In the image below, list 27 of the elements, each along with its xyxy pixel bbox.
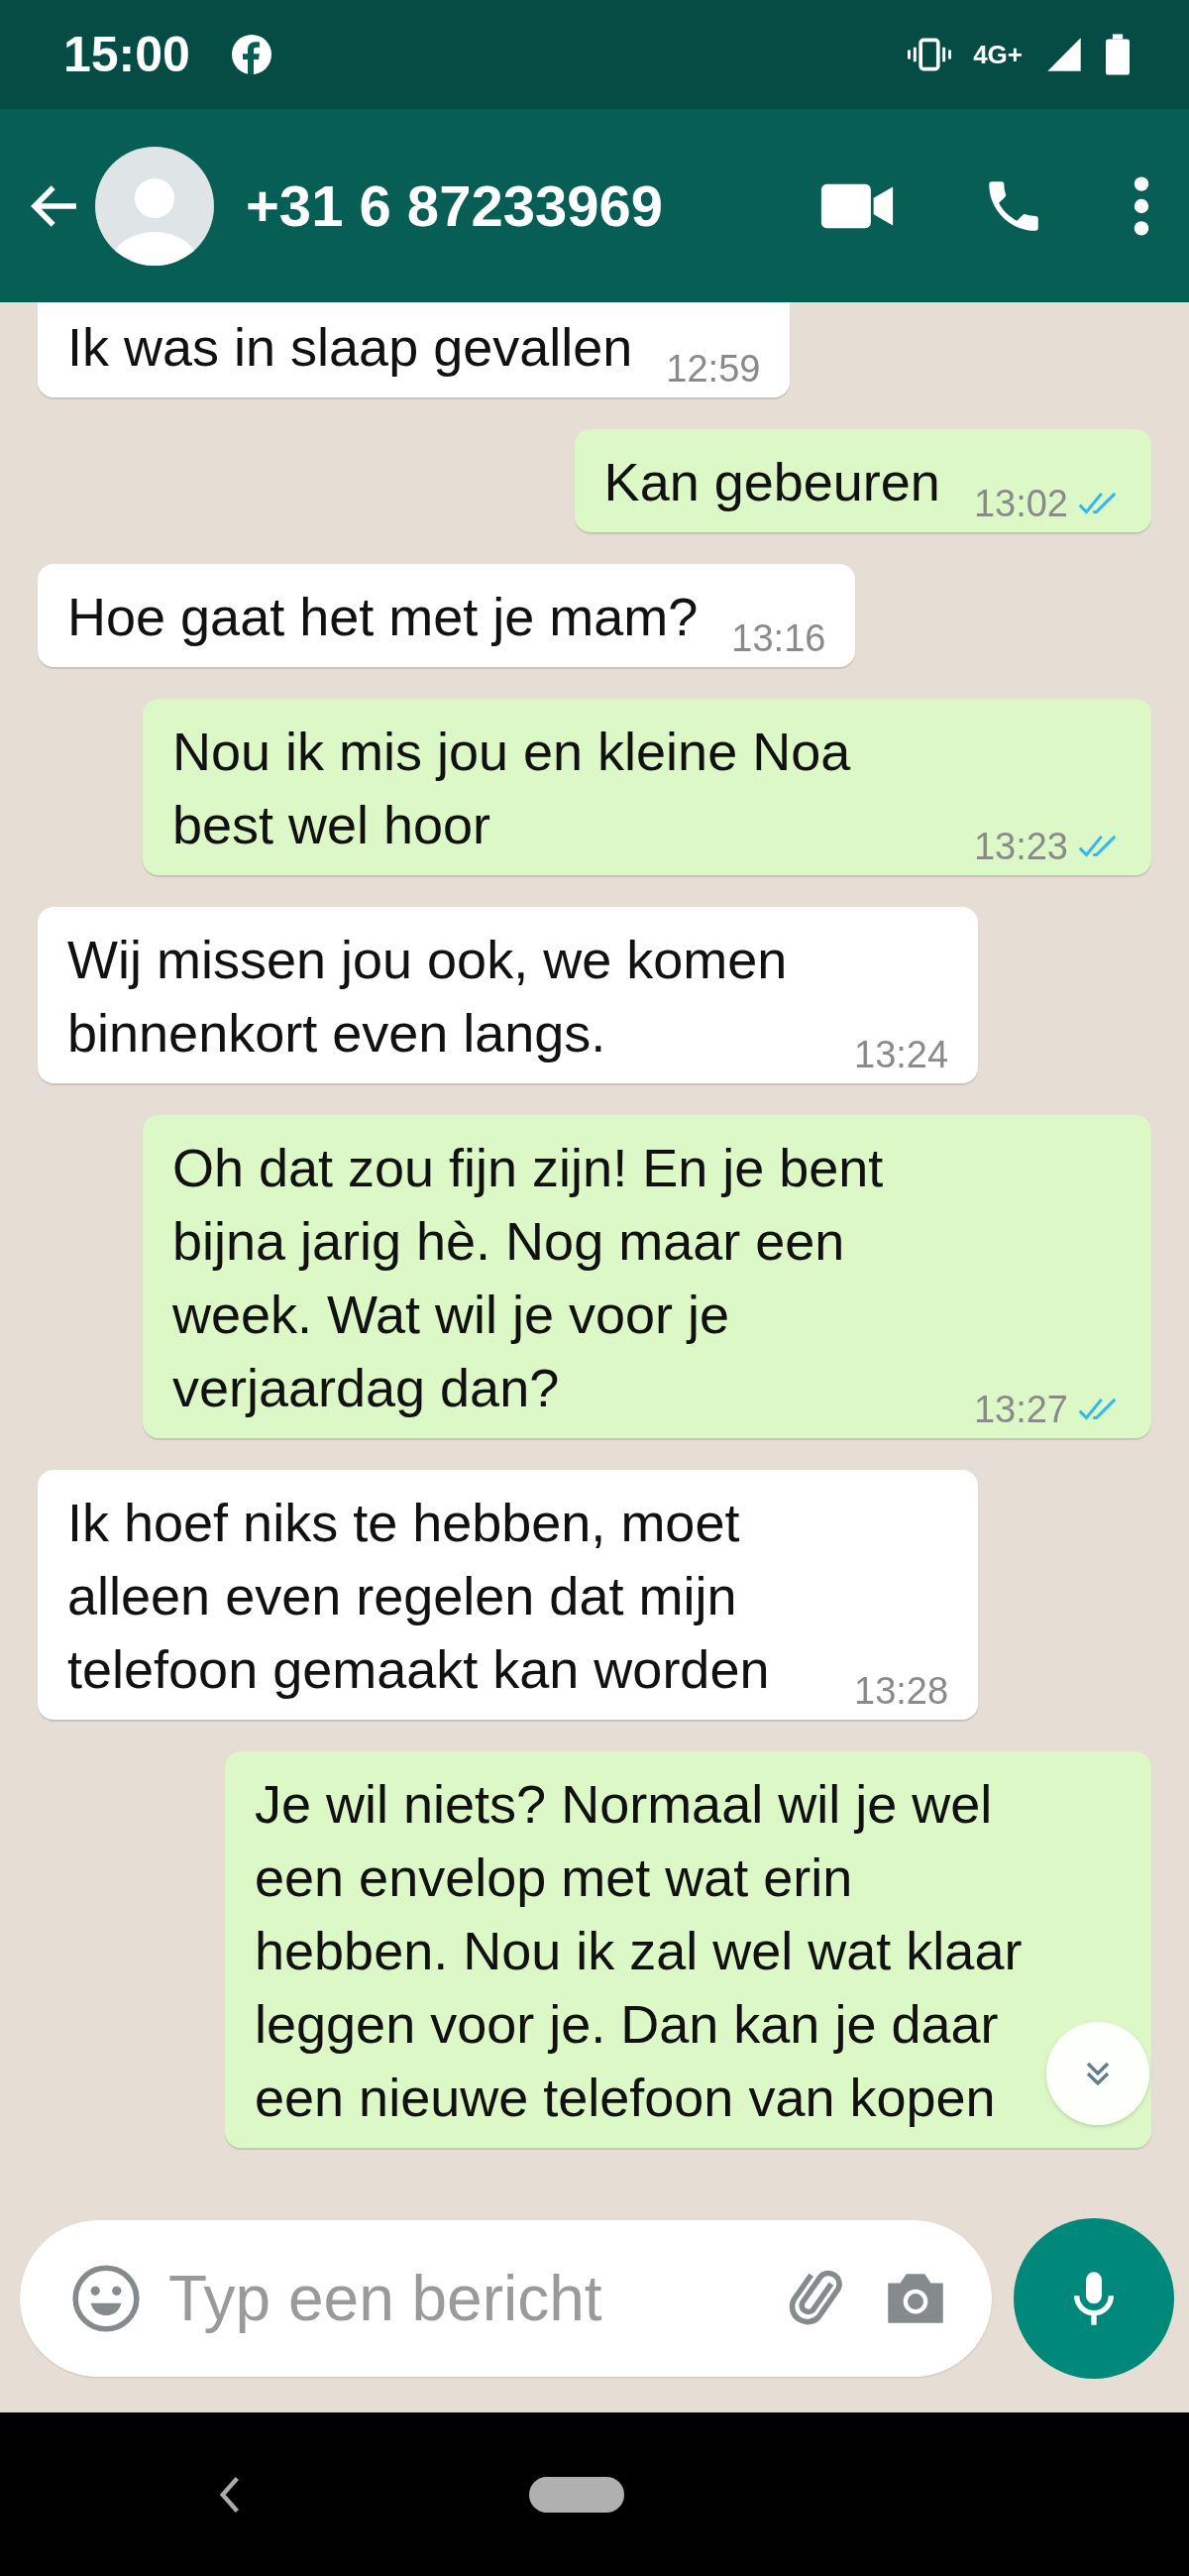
message-time: 13:16 <box>731 616 826 661</box>
message-text: Je wil niets? Normaal wil je wel een envelop met wat erin hebben. Nou ik zal wel wat klaar leggen voor je. Dan kan je daar een nieuwe telefoon van kopen <box>255 1773 1023 2129</box>
message-input-field[interactable]: Typ een bericht <box>166 2261 758 2336</box>
message-time: 13:27 <box>973 1388 1068 1432</box>
more-options-icon[interactable] <box>1134 173 1149 238</box>
signal-icon <box>1044 35 1084 74</box>
message-text: Oh dat zou fijn zijn! En je bent bijna jarig hè. Nog maar een week. Wat wil je voor je verjaardag dan? <box>171 1137 885 1419</box>
message-time: 13:24 <box>854 1033 949 1077</box>
message-time: 13:02 <box>973 482 1068 526</box>
message-time: 13:28 <box>854 1669 949 1714</box>
facebook-icon <box>231 35 271 74</box>
message-text: Wij missen jou ook, we komen binnenkort even langs. <box>67 929 789 1064</box>
contact-name[interactable]: +31 6 87233969 <box>246 172 663 239</box>
battery-icon <box>1106 34 1130 75</box>
message-text: Kan gebeuren <box>603 451 940 513</box>
emoji-icon[interactable] <box>69 2262 143 2335</box>
message-text: Ik hoef niks te hebben, moet alleen even regelen dat mijn telefoon gemaakt kan worden <box>67 1492 771 1701</box>
clock-time: 15:00 <box>63 26 190 83</box>
message-composer[interactable]: Typ een bericht <box>20 2220 992 2377</box>
message-time: 12:59 <box>666 347 761 392</box>
home-pill[interactable] <box>529 2476 624 2513</box>
network-type: 4G+ <box>973 39 1023 70</box>
message-text: Nou ik mis jou en kleine Noa best wel hoor <box>171 721 852 856</box>
vibrate-icon <box>908 37 952 72</box>
message-text: Ik was in slaap gevallen <box>67 316 633 379</box>
message-time: 13:23 <box>973 825 1068 869</box>
message-text: Hoe gaat het met je mam? <box>67 586 699 648</box>
